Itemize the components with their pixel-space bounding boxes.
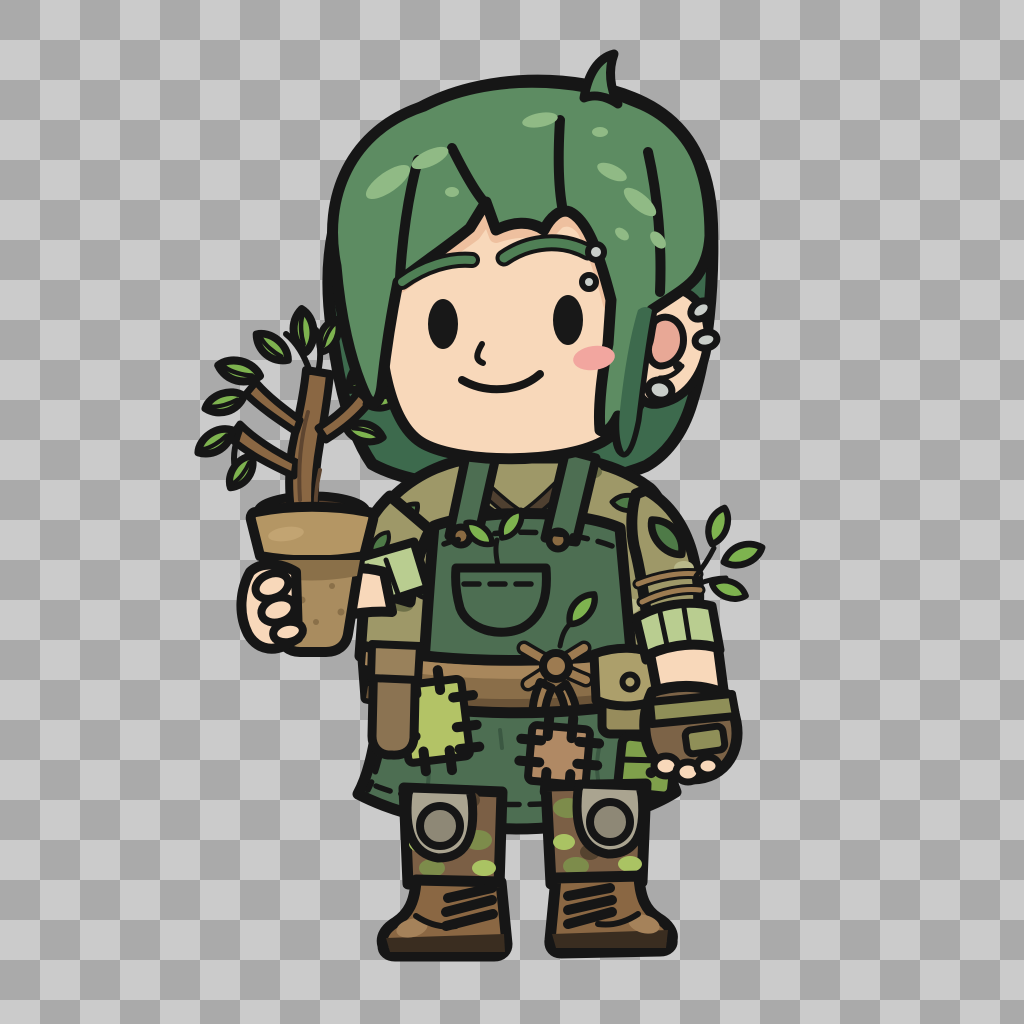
- transparency-checkerboard: [0, 0, 1024, 1024]
- head: [333, 54, 719, 459]
- glove-knuckles: [654, 756, 719, 782]
- chest-pocket: [456, 568, 547, 632]
- left-eye: [428, 299, 458, 349]
- right-boot-laces: [568, 888, 612, 924]
- lobe-stud: [673, 361, 683, 371]
- glove-patch: [685, 725, 726, 754]
- pot-rim: [251, 507, 374, 561]
- character: [193, 54, 763, 956]
- glove: [645, 686, 737, 782]
- right-eye: [553, 295, 583, 345]
- left-boot: [382, 880, 507, 956]
- branch-upper-left: [246, 382, 300, 432]
- glove-strap: [650, 694, 736, 724]
- right-boot: [550, 876, 673, 953]
- character-illustration: [0, 0, 1024, 1024]
- lobe-ring: [646, 377, 674, 403]
- right-sleeve: [632, 490, 764, 696]
- pouch-left: [371, 644, 420, 755]
- elbow-sprig: [696, 505, 763, 607]
- finger: [271, 619, 305, 645]
- hair-tuft: [584, 54, 618, 104]
- hand-grip: [241, 565, 304, 649]
